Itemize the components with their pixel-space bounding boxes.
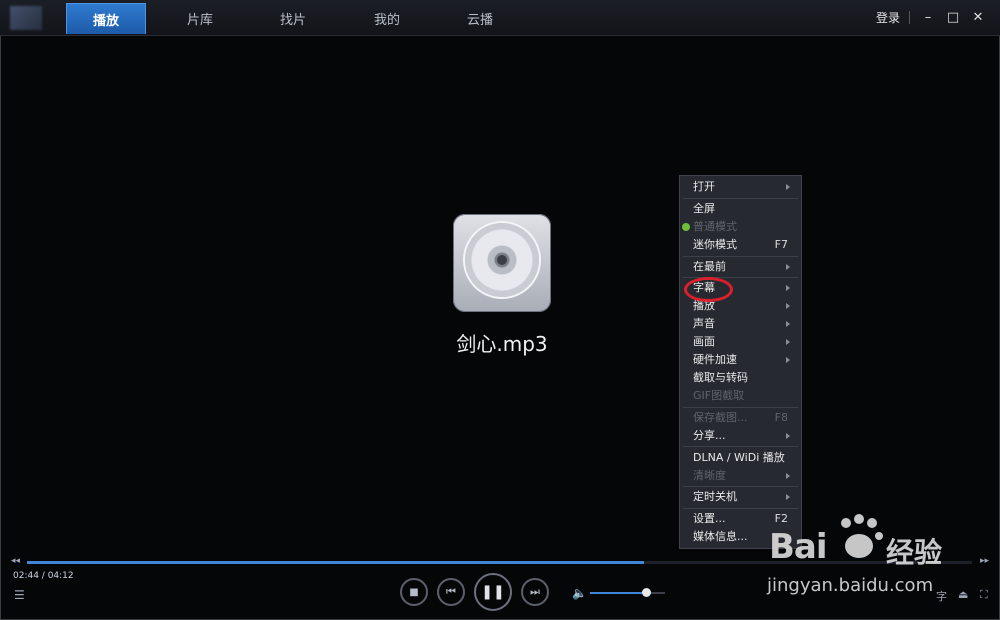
submenu-arrow-icon	[786, 264, 790, 270]
fullscreen-icon[interactable]: ⛶	[980, 588, 988, 602]
disc-center	[497, 255, 507, 265]
tab-play[interactable]: 播放	[66, 3, 146, 34]
menu-item-label: 在最前	[693, 260, 726, 273]
menu-item-normal-mode: 普通模式	[693, 218, 796, 236]
eject-icon[interactable]: ⏏	[958, 588, 968, 601]
menu-separator	[683, 407, 798, 408]
menu-item-label: 清晰度	[693, 469, 726, 482]
close-button[interactable]: ✕	[968, 6, 988, 28]
menu-separator	[683, 446, 798, 447]
menu-item-fullscreen[interactable]: 全屏	[693, 200, 796, 218]
time-display: 02:44 / 04:12	[13, 571, 74, 581]
next-button[interactable]: ⏭	[521, 578, 549, 606]
menu-item-label: GIF图截取	[693, 389, 745, 402]
menu-item-label: 定时关机	[693, 490, 737, 503]
menu-item-label: 声音	[693, 317, 715, 330]
menu-item-label: 设置...	[693, 512, 726, 525]
menu-item-video[interactable]: 画面	[693, 333, 796, 351]
stop-button[interactable]: ■	[400, 578, 428, 606]
menu-item-label: 分享...	[693, 429, 726, 442]
watermark-logo-text: Bai	[769, 527, 828, 567]
submenu-arrow-icon	[786, 339, 790, 345]
menu-item-label: 打开	[693, 180, 715, 193]
menu-item-hardware-acceleration[interactable]: 硬件加速	[693, 351, 796, 369]
tab-mine[interactable]: 我的	[347, 3, 427, 34]
menu-item-capture-transcode[interactable]: 截取与转码	[693, 369, 796, 387]
divider	[909, 11, 910, 24]
menu-item-label: 全屏	[693, 202, 715, 215]
playlist-icon[interactable]: ☰	[14, 588, 25, 602]
menu-item-label: 保存截图...	[693, 411, 748, 424]
app-logo[interactable]	[10, 6, 42, 30]
menu-separator	[683, 508, 798, 509]
shortcut-label: F2	[774, 512, 788, 525]
menu-item-mini-mode[interactable]: 迷你模式 F7	[693, 236, 796, 254]
submenu-arrow-icon	[786, 473, 790, 479]
submenu-arrow-icon	[786, 433, 790, 439]
shortcut-label: F7	[774, 238, 788, 251]
menu-item-label: 迷你模式	[693, 238, 737, 251]
volume-knob[interactable]	[642, 588, 651, 597]
menu-item-label: 截取与转码	[693, 371, 748, 384]
maximize-button[interactable]: □	[943, 6, 963, 28]
menu-separator	[683, 486, 798, 487]
submenu-arrow-icon	[786, 285, 790, 291]
volume-icon[interactable]: 🔈	[572, 586, 587, 600]
submenu-arrow-icon	[786, 494, 790, 500]
subtitle-icon[interactable]: 字	[936, 588, 947, 604]
menu-item-always-on-top[interactable]: 在最前	[693, 258, 796, 276]
menu-separator	[683, 198, 798, 199]
watermark-cn-text: 经验	[886, 536, 943, 569]
seek-back-icon[interactable]: ◂◂	[11, 556, 20, 566]
shortcut-label: F8	[774, 411, 788, 424]
submenu-arrow-icon	[786, 184, 790, 190]
menu-item-open[interactable]: 打开	[693, 178, 796, 196]
menu-item-share[interactable]: 分享...	[693, 427, 796, 445]
submenu-arrow-icon	[786, 357, 790, 363]
login-link[interactable]: 登录	[876, 9, 900, 26]
pause-button[interactable]: ❚❚	[474, 573, 512, 611]
menu-item-clarity: 清晰度	[693, 467, 796, 485]
progress-fill	[27, 561, 644, 564]
tab-find[interactable]: 找片	[253, 3, 333, 34]
volume-fill	[590, 592, 643, 594]
menu-item-label: 硬件加速	[693, 353, 737, 366]
menu-item-audio[interactable]: 声音	[693, 315, 796, 333]
media-file-name: 剑心.mp3	[456, 332, 548, 356]
menu-item-timed-shutdown[interactable]: 定时关机	[693, 488, 796, 506]
menu-item-label: DLNA / WiDi 播放	[693, 451, 785, 464]
previous-button[interactable]: ⏮	[437, 578, 465, 606]
minimize-button[interactable]: –	[918, 6, 938, 28]
menu-item-dlna-widi[interactable]: DLNA / WiDi 播放	[693, 449, 796, 467]
menu-item-label: 普通模式	[693, 220, 737, 233]
watermark-url: jingyan.baidu.com	[767, 575, 934, 596]
tab-library[interactable]: 片库	[160, 3, 240, 34]
paw-icon	[841, 514, 883, 558]
submenu-arrow-icon	[786, 321, 790, 327]
menu-separator	[683, 256, 798, 257]
menu-item-label: 画面	[693, 335, 715, 348]
seek-forward-icon[interactable]: ▸▸	[980, 556, 989, 566]
menu-item-save-screenshot: 保存截图... F8	[693, 409, 796, 427]
active-mode-dot-icon	[682, 223, 690, 231]
menu-item-settings[interactable]: 设置... F2	[693, 510, 796, 528]
highlight-circle	[684, 277, 733, 302]
menu-item-label: 媒体信息...	[693, 530, 748, 543]
tab-cloud[interactable]: 云播	[440, 3, 520, 34]
submenu-arrow-icon	[786, 303, 790, 309]
menu-item-gif-capture: GIF图截取	[693, 387, 796, 405]
